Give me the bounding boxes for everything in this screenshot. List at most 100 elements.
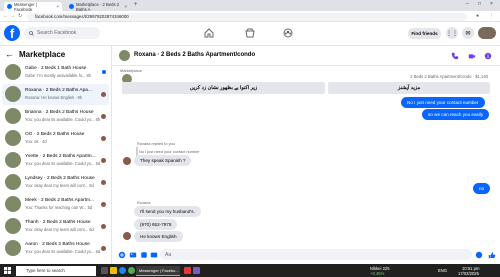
outgoing-message[interactable]: so we can reach you easily [422, 109, 490, 120]
message-text: They speak Spanish ? [140, 158, 186, 163]
clock-date: 17/03/2025 [458, 271, 479, 276]
seen-avatar [101, 246, 106, 251]
seen-avatar [101, 202, 106, 207]
stock-change: +0.45% [370, 271, 385, 276]
facebook-logo[interactable]: f [4, 25, 20, 41]
seen-avatar [101, 92, 106, 97]
sender-name: Roxana [137, 200, 151, 205]
back-icon[interactable]: ← [3, 13, 8, 19]
close-tab-icon[interactable]: × [124, 4, 127, 9]
marketplace-icon[interactable] [245, 28, 255, 38]
app-icon[interactable] [193, 267, 200, 274]
language-indicator[interactable]: ENG [438, 268, 447, 273]
profile-icon[interactable]: ● [476, 13, 479, 19]
conversation-item[interactable]: Thanh · 2 Beds 2 Baths House You: okay de… [2, 216, 109, 237]
maximize-icon[interactable]: □ [478, 1, 481, 7]
listing-summary[interactable]: 2 Beds 2 Baths Apartment/condo · $1,140 [410, 74, 488, 79]
conversation-name: Lyndsey · 2 Beds 2 Baths House [25, 176, 95, 181]
emoji-icon[interactable] [475, 251, 483, 259]
outgoing-message[interactable]: No I just need your contact number [401, 97, 485, 108]
chrome-icon[interactable] [128, 267, 135, 274]
taskbar-app-messenger[interactable]: Messenger | Facebo... [136, 265, 180, 276]
message-text: no [479, 186, 485, 191]
url-text: facebook.com/messages/t/2997920287434600… [35, 14, 129, 19]
close-window-icon[interactable]: × [490, 1, 493, 7]
quoted-message: No I just need your contact number [139, 149, 200, 154]
incoming-message[interactable]: I'll send you my husband's. [134, 206, 201, 217]
forward-icon[interactable]: → [10, 13, 15, 19]
sidebar-title: Marketplace [19, 49, 66, 59]
info-icon[interactable] [484, 52, 492, 60]
tab-label: Messenger | Facebook [14, 1, 37, 12]
conversation-item[interactable]: Roxana · 2 Beds 2 Baths Apa... Roxana: He… [2, 84, 109, 105]
conversation-name: OG · 2 Beds 2 Baths House [25, 132, 85, 137]
message-composer: Aa [112, 246, 500, 264]
listing-thumbnail [5, 174, 21, 190]
incoming-message[interactable]: (970) 652-7975 [134, 219, 178, 230]
mark-as-sold-button[interactable]: زیر اکنوا یے بظھور نشان زد کریں [122, 82, 325, 94]
avatar[interactable] [478, 27, 496, 39]
conversation-item[interactable]: Gabe · 2 Beds 1 Bath House Gabe: I'm most… [2, 62, 109, 83]
like-icon[interactable] [488, 251, 496, 259]
reload-icon[interactable]: ↻ [18, 13, 22, 19]
menu-grid-icon[interactable]: ⋮⋮ [446, 27, 458, 39]
back-arrow-icon[interactable]: ← [5, 49, 14, 59]
windows-start-icon[interactable] [4, 267, 11, 274]
groups-icon[interactable] [283, 28, 293, 38]
close-tab-icon[interactable]: × [56, 4, 59, 9]
browser-tab-marketplace[interactable]: Marketplace - 2 Beds 2 Baths A × [66, 2, 130, 12]
message-input[interactable]: Aa [160, 249, 472, 260]
task-view-icon[interactable] [101, 267, 108, 274]
browser-menu-icon[interactable]: ⋮ [489, 13, 494, 19]
image-icon[interactable] [129, 251, 137, 259]
chevron-down-icon[interactable]: ⌄ [249, 51, 253, 57]
conversation-item[interactable]: Lyndsey · 2 Beds 2 Baths House You: okay … [2, 172, 109, 193]
message-text: so we can reach you easily [428, 112, 484, 117]
incoming-message[interactable]: He knows English [134, 231, 183, 242]
reply-indicator: Roxana replied to you [137, 141, 175, 146]
find-friends-button[interactable]: Find friends [408, 28, 441, 39]
conversation-item[interactable]: Brianna · 2 Beds 2 Baths House You: you d… [2, 106, 109, 127]
conversation-name: Aaron · 2 Beds 2 Baths House [25, 242, 90, 247]
conversation-preview: You: okay dear my team will cont... 6d [25, 227, 94, 232]
facebook-search-input[interactable]: Search Facebook [24, 27, 100, 39]
message-placeholder: Aa [165, 251, 172, 258]
conversation-item[interactable]: Aaron · 2 Beds 2 Baths House You: you dea… [2, 238, 109, 259]
listing-thumbnail [5, 240, 21, 256]
url-field[interactable]: facebook.com/messages/t/2997920287434600… [27, 12, 467, 21]
messenger-icon[interactable]: ✉ [462, 27, 474, 39]
message-text: I'll send you my husband's. [140, 209, 195, 214]
taskbar-search-input[interactable]: Type here to search [16, 265, 96, 276]
marketplace-sidebar: ← Marketplace Gabe · 2 Beds 1 Bath House… [0, 46, 112, 264]
conversation-item[interactable]: Yvette · 2 Beds 2 Baths Apartm... You: yo… [2, 150, 109, 171]
file-explorer-icon[interactable] [110, 267, 117, 274]
outgoing-message[interactable]: no [473, 183, 491, 194]
message-text: No I just need your contact number [407, 100, 479, 105]
sticker-icon[interactable] [140, 251, 148, 259]
chat-panel: Roxana · 2 Beds 2 Baths Apartment/condo … [112, 46, 500, 264]
browser-tab-strip: Messenger | Facebook × Marketplace - 2 B… [0, 0, 500, 12]
minimize-icon[interactable]: – [466, 1, 469, 7]
incoming-message[interactable]: They speak Spanish ? [134, 155, 192, 166]
home-icon[interactable] [204, 28, 214, 38]
quick-action-label: مزید آپشنز [397, 85, 421, 91]
unread-dot [102, 70, 106, 74]
conversation-name: Brianna · 2 Beds 2 Baths House [25, 110, 94, 115]
clock-time[interactable]: 10:51 pm [462, 266, 479, 271]
more-options-button[interactable]: مزید آپشنز [328, 82, 490, 94]
conversation-item[interactable]: OG · 2 Beds 2 Baths House You: ok · 4d [2, 128, 109, 149]
browser-tab-messenger[interactable]: Messenger | Facebook × [4, 1, 62, 12]
new-tab-button[interactable]: + [134, 2, 138, 8]
message-text: He knows English [140, 234, 177, 239]
conversation-item[interactable]: Meek · 2 Beds 2 Baths Apartm... You: Than… [2, 194, 109, 215]
address-bar: ← → ↻ facebook.com/messages/t/2997920287… [0, 11, 500, 22]
plus-icon[interactable] [118, 251, 126, 259]
listing-thumbnail [5, 64, 21, 80]
app-icon[interactable] [184, 267, 191, 274]
chat-title[interactable]: Roxana · 2 Beds 2 Baths Apartment/condo [134, 52, 255, 58]
edge-icon[interactable] [119, 267, 126, 274]
conversation-preview: Gabe: I'm mostly unavailable fo... 8h [25, 73, 92, 78]
phone-icon[interactable] [451, 52, 459, 60]
video-call-icon[interactable] [468, 52, 476, 60]
gif-icon[interactable] [150, 251, 158, 259]
